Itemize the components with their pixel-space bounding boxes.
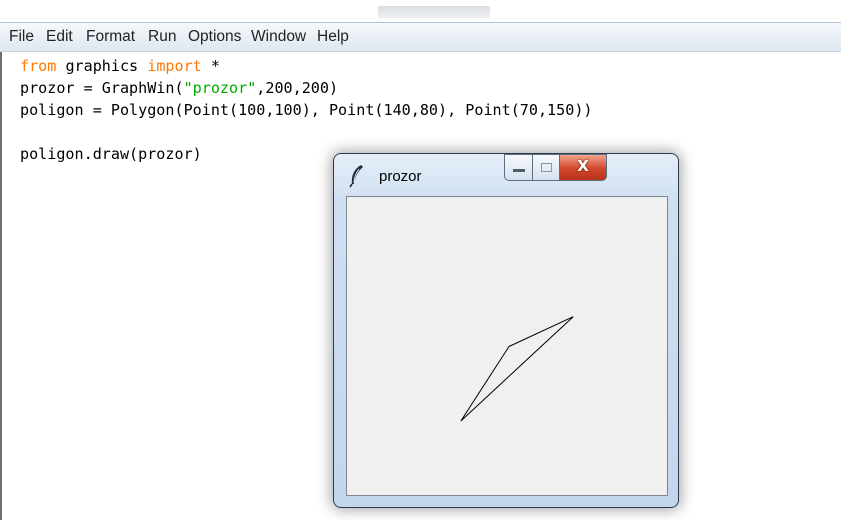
code-token: poligon = Polygon(Point(100,100), Point(… <box>20 101 593 119</box>
code-line-2: prozor = GraphWin("prozor",200,200) <box>20 79 338 97</box>
code-line-5: poligon.draw(prozor) <box>20 145 202 163</box>
code-token: ,200,200) <box>256 79 339 97</box>
menu-options[interactable]: Options <box>188 28 241 46</box>
triangle-polygon <box>460 316 574 422</box>
code-token: * <box>201 57 220 75</box>
menu-file[interactable]: File <box>9 28 34 46</box>
code-token: from <box>20 57 57 75</box>
minimize-button[interactable] <box>504 154 533 181</box>
window-title-strip <box>0 0 841 22</box>
menu-window[interactable]: Window <box>251 28 306 46</box>
drawing-canvas[interactable] <box>346 196 668 496</box>
menu-format[interactable]: Format <box>86 28 135 46</box>
maximize-button[interactable] <box>533 154 560 181</box>
code-line-3: poligon = Polygon(Point(100,100), Point(… <box>20 101 593 119</box>
maximize-icon <box>541 163 552 172</box>
menu-edit[interactable]: Edit <box>46 28 73 46</box>
code-token: graphics <box>56 57 148 75</box>
code-token: import <box>147 57 202 75</box>
graphics-window-title: prozor <box>379 168 422 185</box>
minimize-icon <box>513 169 525 172</box>
code-token: "prozor" <box>183 79 257 97</box>
polygon-drawing <box>460 316 574 422</box>
tk-feather-icon <box>349 165 363 188</box>
cut-off-title-text <box>4 0 10 7</box>
code-token: poligon.draw(prozor) <box>20 145 202 163</box>
menu-help[interactable]: Help <box>317 28 349 46</box>
menu-run[interactable]: Run <box>148 28 176 46</box>
code-token: prozor = GraphWin( <box>20 79 184 97</box>
graphics-window[interactable]: prozor X <box>333 153 679 508</box>
code-line-1: from graphics import * <box>20 57 220 75</box>
menu-bar: File Edit Format Run Options Window Help <box>0 22 841 52</box>
close-icon: X <box>577 157 589 175</box>
close-button[interactable]: X <box>560 154 607 181</box>
cut-off-tab <box>378 6 490 18</box>
